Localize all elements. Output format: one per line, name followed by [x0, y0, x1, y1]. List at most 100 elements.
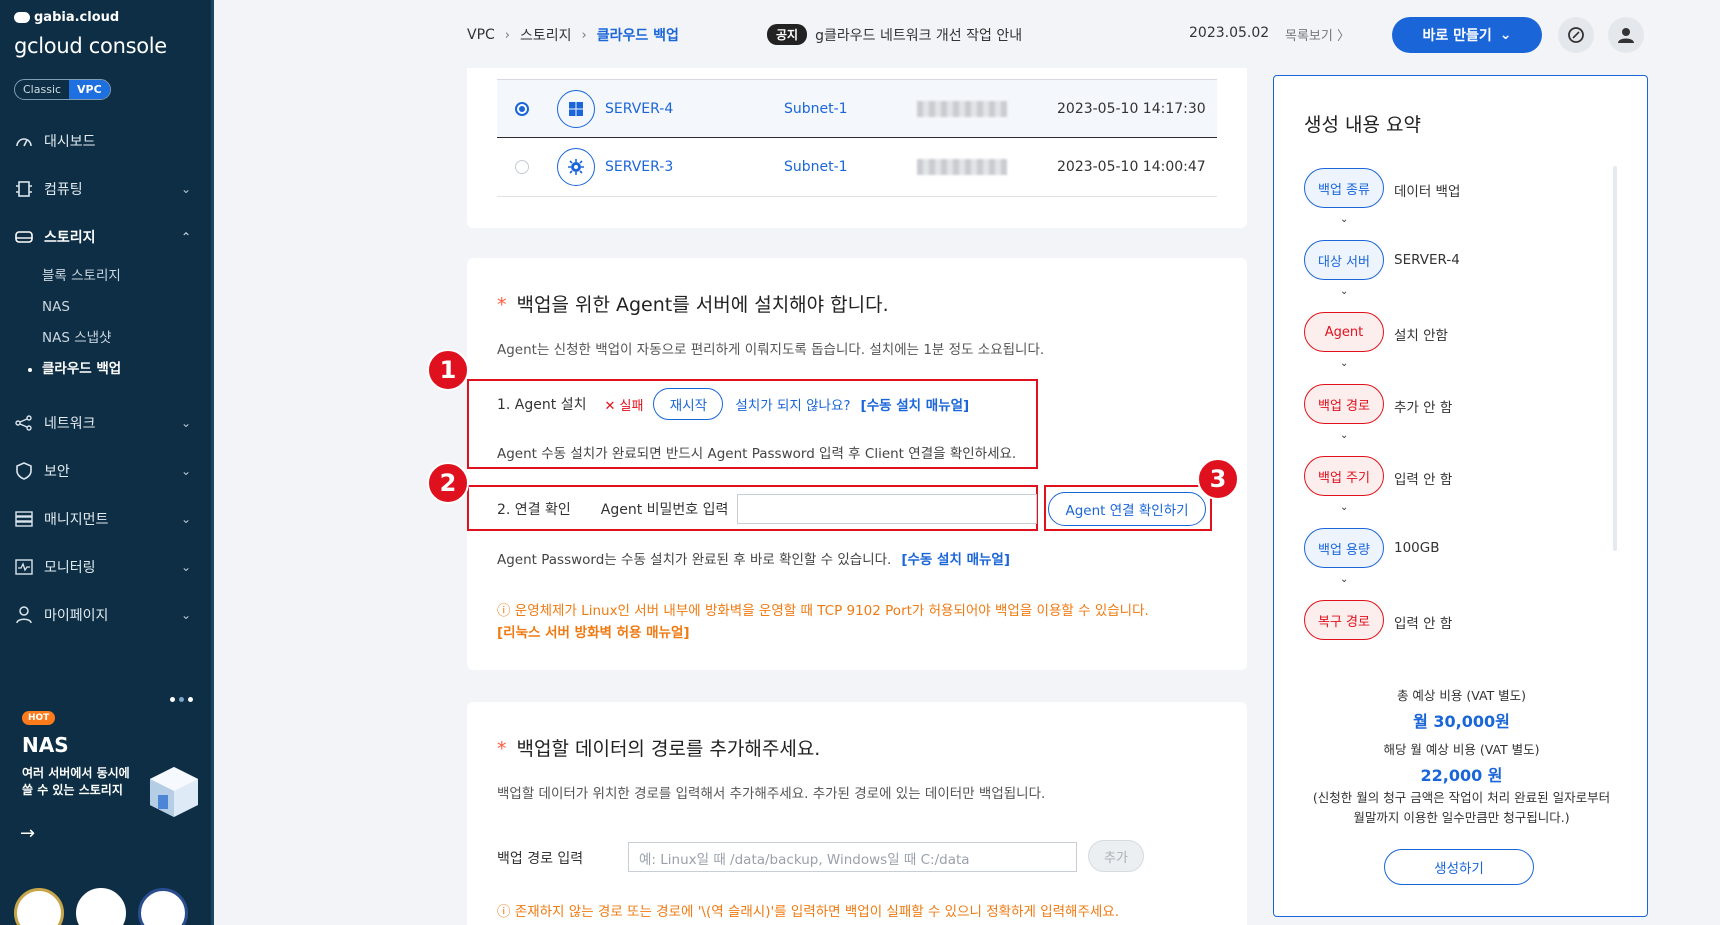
breadcrumb-storage[interactable]: 스토리지 [520, 25, 572, 45]
sidebar-item-storage[interactable]: 스토리지 ⌃ [0, 213, 211, 261]
manual-install-link[interactable]: [수동 설치 매뉴얼] [861, 394, 970, 414]
summary-item: 대상 서버 SERVER-4 ⌄ [1304, 240, 1604, 312]
summary-item: 복구 경로 입력 안 함 [1304, 600, 1604, 656]
breadcrumb-cloud-backup: 클라우드 백업 [596, 28, 679, 44]
summary-value: 100GB [1394, 540, 1440, 556]
chevron-down-icon: ⌄ [1340, 430, 1349, 441]
summary-item: 백업 종류 데이터 백업 ⌄ [1304, 168, 1604, 240]
month-cost-block: 해당 월 예상 비용 (VAT 별도) 22,000 원 (신청한 월의 청구 … [1274, 739, 1649, 828]
path-input-label: 백업 경로 입력 [497, 851, 584, 867]
sidebar-item-label: 모니터링 [44, 560, 96, 576]
manual-install-link-2[interactable]: [수동 설치 매뉴얼] [901, 548, 1010, 568]
sidebar-item-management[interactable]: 매니지먼트 ⌄ [0, 495, 211, 543]
firewall-manual-link[interactable]: [리눅스 서버 방화벽 허용 매뉴얼] [497, 621, 690, 641]
summary-item: 백업 경로 추가 안 함 ⌄ [1304, 384, 1604, 456]
brand-main[interactable]: gcloud console [14, 34, 167, 58]
required-mark: * [497, 738, 507, 760]
pw-note: Agent Password는 수동 설치가 완료된 후 바로 확인할 수 있습… [497, 552, 892, 568]
chevron-down-icon: ⌄ [1340, 214, 1349, 225]
chevron-down-icon: ⌄ [180, 464, 191, 478]
notice-text[interactable]: g클라우드 네트워크 개선 작업 안내 [815, 25, 1022, 45]
brand-logo[interactable]: gabia.cloud [14, 10, 119, 25]
backup-path-input[interactable]: 예: Linux일 때 /data/backup, Windows일 때 C:/… [628, 842, 1077, 872]
sidebar-item-mypage[interactable]: 마이페이지 ⌄ [0, 591, 211, 639]
subnav-item-block-storage[interactable]: 블록 스토리지 [42, 261, 211, 292]
firewall-warning: ⓘ 운영체제가 Linux인 서버 내부에 방화벽을 운영할 때 TCP 910… [497, 603, 1149, 619]
table-row[interactable]: SERVER-4 Subnet-1 2023-05-10 14:17:30 [497, 79, 1217, 138]
sidebar-item-label: 보안 [44, 464, 70, 480]
storage-subnav: 블록 스토리지 NAS NAS 스냅샷 클라우드 백업 [0, 261, 211, 385]
breadcrumb-separator: › [504, 27, 510, 43]
install-help-link[interactable]: 설치가 되지 않나요? [735, 394, 850, 414]
summary-pill: 백업 경로 [1304, 384, 1384, 424]
csap-badge-icon [138, 888, 188, 925]
sidebar-item-label: 컴퓨팅 [44, 182, 83, 198]
server-list-card: SERVER-4 Subnet-1 2023-05-10 14:17:30 SE… [467, 68, 1247, 228]
summary-panel: 생성 내용 요약 백업 종류 데이터 백업 ⌄ 대상 서버 SERVER-4 ⌄… [1273, 75, 1648, 917]
chevron-down-icon: ⌄ [180, 416, 191, 430]
chevron-down-icon: ⌄ [180, 608, 191, 622]
subnav-item-nas-snapshot[interactable]: NAS 스냅샷 [42, 323, 211, 354]
sidebar-item-security[interactable]: 보안 ⌄ [0, 447, 211, 495]
chat-button[interactable] [1558, 17, 1594, 53]
pw-label: Agent 비밀번호 입력 [600, 502, 729, 518]
path-section-title: * 백업할 데이터의 경로를 추가해주세요. [497, 738, 821, 760]
summary-pill: 백업 용량 [1304, 528, 1384, 568]
profile-button[interactable] [1608, 17, 1644, 53]
cert-badge-icon [14, 888, 64, 925]
carousel-dots[interactable] [170, 697, 193, 702]
summary-item: 백업 주기 입력 안 함 ⌄ [1304, 456, 1604, 528]
promo-banner[interactable]: HOT NAS 여러 서버에서 동시에 쓸 수 있는 스토리지 → [0, 675, 211, 865]
windows-icon [557, 89, 595, 128]
retry-button[interactable]: 재시작 [653, 388, 724, 420]
nas-box-icon [148, 765, 198, 817]
storage-icon [14, 228, 34, 246]
summary-pill: 복구 경로 [1304, 600, 1384, 640]
path-section-desc: 백업할 데이터가 위치한 경로를 입력해서 추가해주세요. 추가된 경로에 있는… [497, 786, 1046, 802]
summary-scrollbar[interactable] [1613, 166, 1617, 551]
agent-password-input[interactable] [737, 494, 1037, 524]
summary-item: Agent 설치 안함 ⌄ [1304, 312, 1604, 384]
server-name[interactable]: SERVER-4 [605, 101, 673, 117]
arrow-right-icon[interactable]: → [20, 823, 35, 844]
cpu-icon [14, 180, 34, 198]
chevron-down-icon: ⌄ [180, 512, 191, 526]
notice-list-link[interactable]: 목록보기 〉 [1285, 25, 1350, 44]
total-cost-value: 월 30,000원 [1413, 712, 1510, 731]
brand-top-text: gabia.cloud [34, 10, 120, 25]
sidebar-item-network[interactable]: 네트워크 ⌄ [0, 399, 211, 447]
mode-classic[interactable]: Classic [15, 80, 69, 99]
notice[interactable]: 공지 g클라우드 네트워크 개선 작업 안내 [767, 24, 1022, 45]
mode-toggle[interactable]: Classic VPC [14, 79, 111, 100]
table-row[interactable]: SERVER-3 Subnet-1 2023-05-10 14:00:47 [497, 138, 1217, 197]
mode-vpc[interactable]: VPC [69, 80, 110, 99]
add-path-button[interactable]: 추가 [1088, 840, 1144, 872]
notice-badge: 공지 [767, 24, 808, 45]
server-radio[interactable] [515, 160, 529, 174]
sidebar-item-dashboard[interactable]: 대시보드 [0, 117, 211, 165]
quick-create-button[interactable]: 바로 만들기 ⌄ [1392, 17, 1542, 53]
chevron-down-icon: ⌄ [1340, 286, 1349, 297]
create-button[interactable]: 생성하기 [1384, 849, 1534, 885]
agent-section-desc: Agent는 신청한 백업이 자동으로 편리하게 이뤄지도록 돕습니다. 설치에… [497, 342, 1045, 358]
breadcrumb: VPC › 스토리지 › 클라우드 백업 [467, 25, 679, 45]
server-name[interactable]: SERVER-3 [605, 159, 673, 175]
chevron-down-icon: ⌄ [1499, 27, 1512, 43]
sidebar-item-monitoring[interactable]: 모니터링 ⌄ [0, 543, 211, 591]
chevron-down-icon: ⌄ [180, 182, 191, 196]
subnav-item-cloud-backup[interactable]: 클라우드 백업 [28, 354, 211, 385]
summary-value: 설치 안함 [1394, 328, 1448, 344]
server-radio[interactable] [515, 101, 529, 116]
agent-connect-check-button[interactable]: Agent 연결 확인하기 [1048, 492, 1206, 526]
summary-item: 백업 용량 100GB ⌄ [1304, 528, 1604, 600]
sidebar-item-computing[interactable]: 컴퓨팅 ⌄ [0, 165, 211, 213]
subnav-item-nas[interactable]: NAS [42, 292, 211, 323]
path-section-card: * 백업할 데이터의 경로를 추가해주세요. 백업할 데이터가 위치한 경로를 입… [467, 702, 1247, 925]
agent-install-row: 1. Agent 설치 ✕ 실패 재시작 설치가 되지 않나요? [수동 설치 … [497, 388, 969, 420]
promo-title: NAS [22, 733, 69, 757]
summary-value: 입력 안 함 [1394, 472, 1453, 488]
summary-pill: 백업 종류 [1304, 168, 1384, 208]
chevron-down-icon: ⌄ [1340, 574, 1349, 585]
certification-badges [14, 888, 188, 925]
breadcrumb-vpc[interactable]: VPC [467, 27, 495, 43]
